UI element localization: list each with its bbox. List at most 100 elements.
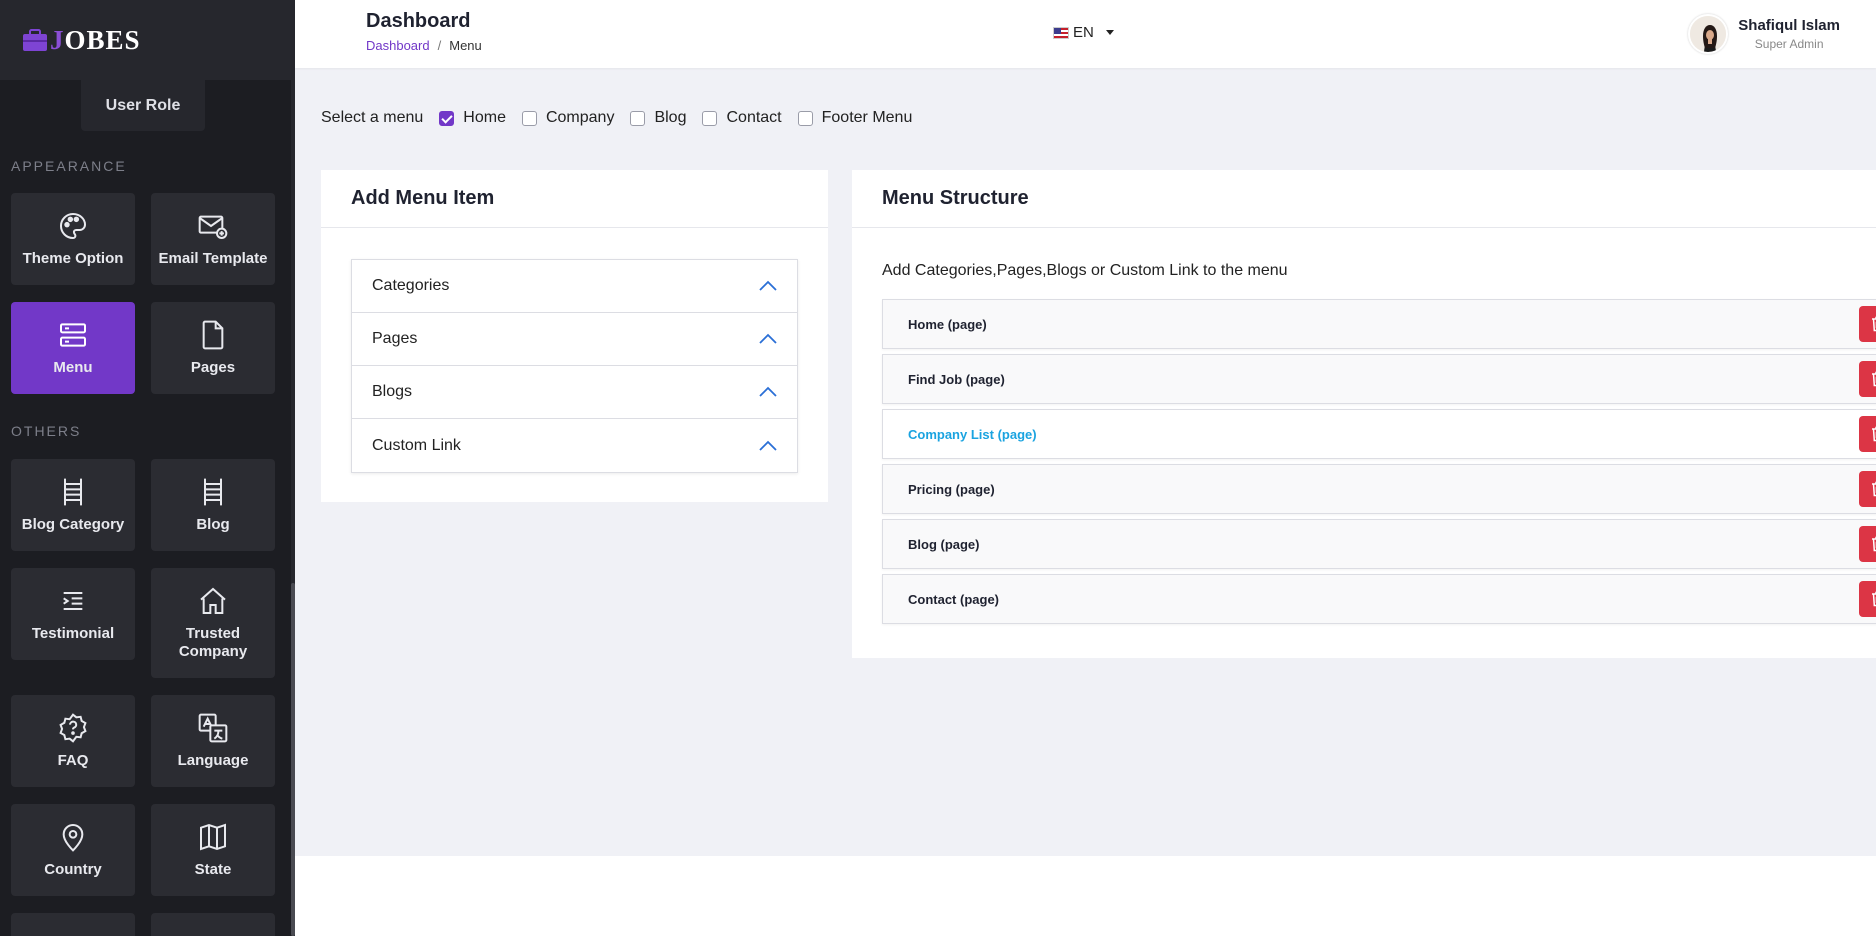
sidebar-item-state[interactable]: State [151, 804, 275, 896]
sidebar-item-pages[interactable]: Pages [151, 302, 275, 394]
sidebar-item-faq[interactable]: FAQ [11, 695, 135, 787]
sidebar-item-label: User Role [105, 96, 181, 114]
logo-text: JOBES [50, 24, 141, 55]
menu-option-blog[interactable]: Blog [630, 109, 686, 127]
sidebar-item-label: Country [44, 861, 102, 878]
checkbox[interactable] [797, 110, 813, 126]
chevron-up-icon [759, 333, 777, 344]
card-title: Add Menu Item [321, 170, 828, 228]
palette-icon [60, 212, 87, 240]
menu-structure-item[interactable]: Company List (page) [882, 409, 1876, 459]
chevron-up-icon [759, 440, 777, 451]
menu-item-label: Blog (page) [908, 536, 980, 552]
menu-structure-item[interactable]: Contact (page) [882, 574, 1876, 624]
menu-selector-label: Select a menu [321, 109, 424, 126]
trash-icon [1872, 426, 1876, 442]
help-badge-icon [59, 713, 87, 743]
delete-button[interactable] [1859, 471, 1876, 507]
language-label: EN [1073, 24, 1094, 41]
accordion-custom-link[interactable]: Custom Link [352, 419, 797, 472]
menu-structure-card: Menu Structure Add Categories,Pages,Blog… [852, 170, 1876, 658]
sidebar-item-more[interactable] [151, 913, 275, 936]
menu-item-label: Find Job (page) [908, 371, 1005, 387]
sidebar-item-testimonial[interactable]: Testimonial [11, 568, 135, 660]
sidebar-item-label: Language [177, 752, 249, 769]
breadcrumb-separator: / [437, 38, 442, 53]
trash-icon [1872, 591, 1876, 607]
menu-option-home[interactable]: Home [439, 109, 506, 127]
accordion-label: Categories [372, 277, 450, 294]
chevron-up-icon [759, 280, 777, 291]
checkbox[interactable] [439, 110, 455, 126]
checkbox[interactable] [630, 110, 646, 126]
menu-option-contact[interactable]: Contact [702, 109, 782, 127]
sidebar-item-label: Testimonial [31, 625, 115, 642]
accordion: Categories Pages Blogs Custom Link [351, 259, 798, 473]
card-title: Menu Structure [852, 170, 1876, 228]
menu-option-company[interactable]: Company [521, 109, 615, 127]
sidebar-item-trusted-company[interactable]: Trusted Company [151, 568, 275, 678]
menu-item-label: Contact (page) [908, 591, 999, 607]
accordion-pages[interactable]: Pages [352, 313, 797, 366]
sidebar-item-label: Trusted [185, 625, 241, 642]
breadcrumb-home-link[interactable]: Dashboard [366, 38, 430, 53]
section-label-appearance: APPEARANCE [11, 158, 127, 174]
sidebar-item-label: FAQ [57, 752, 89, 769]
menu-structure-help: Add Categories,Pages,Blogs or Custom Lin… [882, 262, 1288, 279]
delete-button[interactable] [1859, 306, 1876, 342]
sidebar-item-label: Company [178, 643, 248, 660]
menu-structure-item[interactable]: Blog (page) [882, 519, 1876, 569]
sidebar-item-menu[interactable]: Menu [11, 302, 135, 394]
delete-button[interactable] [1859, 416, 1876, 452]
sidebar-item-email-template[interactable]: Email Template [151, 193, 275, 285]
sidebar-item-label: Theme Option [22, 250, 124, 267]
user-role: Super Admin [1754, 37, 1824, 51]
chevron-up-icon [759, 386, 777, 397]
section-label-others: OTHERS [11, 423, 82, 439]
footer [295, 856, 1876, 936]
sidebar-item-blog[interactable]: Blog [151, 459, 275, 551]
accordion-label: Blogs [372, 383, 413, 400]
logo[interactable]: JOBES [0, 0, 295, 80]
menu-option-label: Blog [654, 109, 687, 126]
accordion-label: Pages [372, 330, 418, 347]
accordion-categories[interactable]: Categories [352, 260, 797, 313]
sidebar-item-label: Menu [53, 359, 93, 376]
menu-option-footer-menu[interactable]: Footer Menu [797, 109, 912, 127]
menu-icon [60, 323, 86, 347]
menu-option-label: Contact [726, 109, 782, 126]
checkbox[interactable] [521, 110, 537, 126]
ladder-icon [64, 478, 82, 506]
delete-button[interactable] [1859, 526, 1876, 562]
menu-option-label: Company [545, 109, 615, 126]
sidebar-item-theme-option[interactable]: Theme Option [11, 193, 135, 285]
sidebar-item-label: Pages [190, 359, 236, 376]
user-name: Shafiqul Islam [1738, 17, 1840, 34]
menu-structure-item[interactable]: Home (page) [882, 299, 1876, 349]
map-pin-icon [62, 824, 84, 852]
sidebar-item-blog-category[interactable]: Blog Category [11, 459, 135, 551]
translate-icon [198, 713, 228, 743]
file-icon [202, 320, 224, 350]
sidebar-item-country[interactable]: Country [11, 804, 135, 896]
menu-structure-item[interactable]: Find Job (page) [882, 354, 1876, 404]
checkbox[interactable] [702, 110, 718, 126]
map-icon [200, 823, 226, 851]
sidebar: JOBES User Role APPEARANCE Theme Option … [0, 0, 295, 936]
menu-item-label: Home (page) [908, 316, 987, 332]
trash-icon [1872, 371, 1876, 387]
user-menu[interactable]: Shafiqul Islam Super Admin [1688, 14, 1840, 54]
trash-icon [1872, 481, 1876, 497]
sidebar-item-user-role[interactable]: User Role [81, 80, 205, 131]
language-dropdown[interactable]: EN [1053, 24, 1114, 41]
accordion-blogs[interactable]: Blogs [352, 366, 797, 419]
menu-item-label: Company List (page) [908, 426, 1037, 442]
sidebar-item-language[interactable]: Language [151, 695, 275, 787]
sidebar-item-more[interactable] [11, 913, 135, 936]
delete-button[interactable] [1859, 581, 1876, 617]
sidebar-item-label: Email Template [158, 250, 268, 267]
ladder-icon [204, 478, 222, 506]
home-icon [200, 587, 226, 614]
menu-structure-item[interactable]: Pricing (page) [882, 464, 1876, 514]
delete-button[interactable] [1859, 361, 1876, 397]
